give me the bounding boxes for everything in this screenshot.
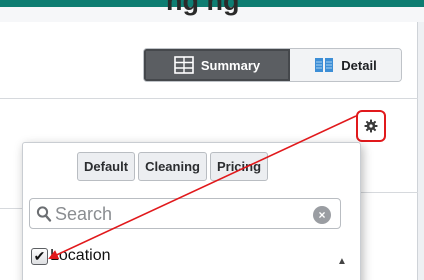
- search-input[interactable]: [55, 201, 305, 227]
- page-title: ng ng: [166, 0, 240, 16]
- column-search-box: ×: [29, 198, 341, 229]
- preset-cleaning-button[interactable]: Cleaning: [138, 152, 207, 181]
- grid-row-line: [360, 192, 418, 193]
- column-list: ✔ Location: [31, 243, 343, 280]
- column-item-location[interactable]: ✔ Location: [31, 243, 343, 269]
- grid-row-line: [0, 208, 22, 209]
- preset-buttons: Default Cleaning Pricing: [77, 152, 269, 181]
- app-header: ng ng: [0, 0, 424, 22]
- detail-view-label: Detail: [341, 57, 377, 73]
- location-checkbox[interactable]: ✔: [31, 247, 48, 265]
- search-icon: [36, 206, 52, 222]
- clear-search-icon[interactable]: ×: [313, 206, 331, 224]
- grid-icon: [174, 56, 194, 74]
- detail-view-button[interactable]: Detail: [290, 49, 401, 81]
- preset-pricing-button[interactable]: Pricing: [209, 152, 269, 181]
- column-settings-button[interactable]: [356, 110, 386, 142]
- column-picker-popover: Default Cleaning Pricing × ✔ Location ▲: [22, 142, 361, 280]
- book-icon: [315, 58, 334, 72]
- summary-view-button[interactable]: Summary: [144, 49, 290, 81]
- view-toggle: Summary Detail: [143, 48, 402, 82]
- toolbar-divider: [0, 98, 418, 99]
- preset-default-button[interactable]: Default: [77, 152, 136, 181]
- summary-view-label: Summary: [200, 57, 261, 73]
- column-label: Location: [50, 247, 111, 264]
- gear-icon: [364, 119, 378, 133]
- scroll-up-arrow-icon[interactable]: ▲: [335, 255, 349, 269]
